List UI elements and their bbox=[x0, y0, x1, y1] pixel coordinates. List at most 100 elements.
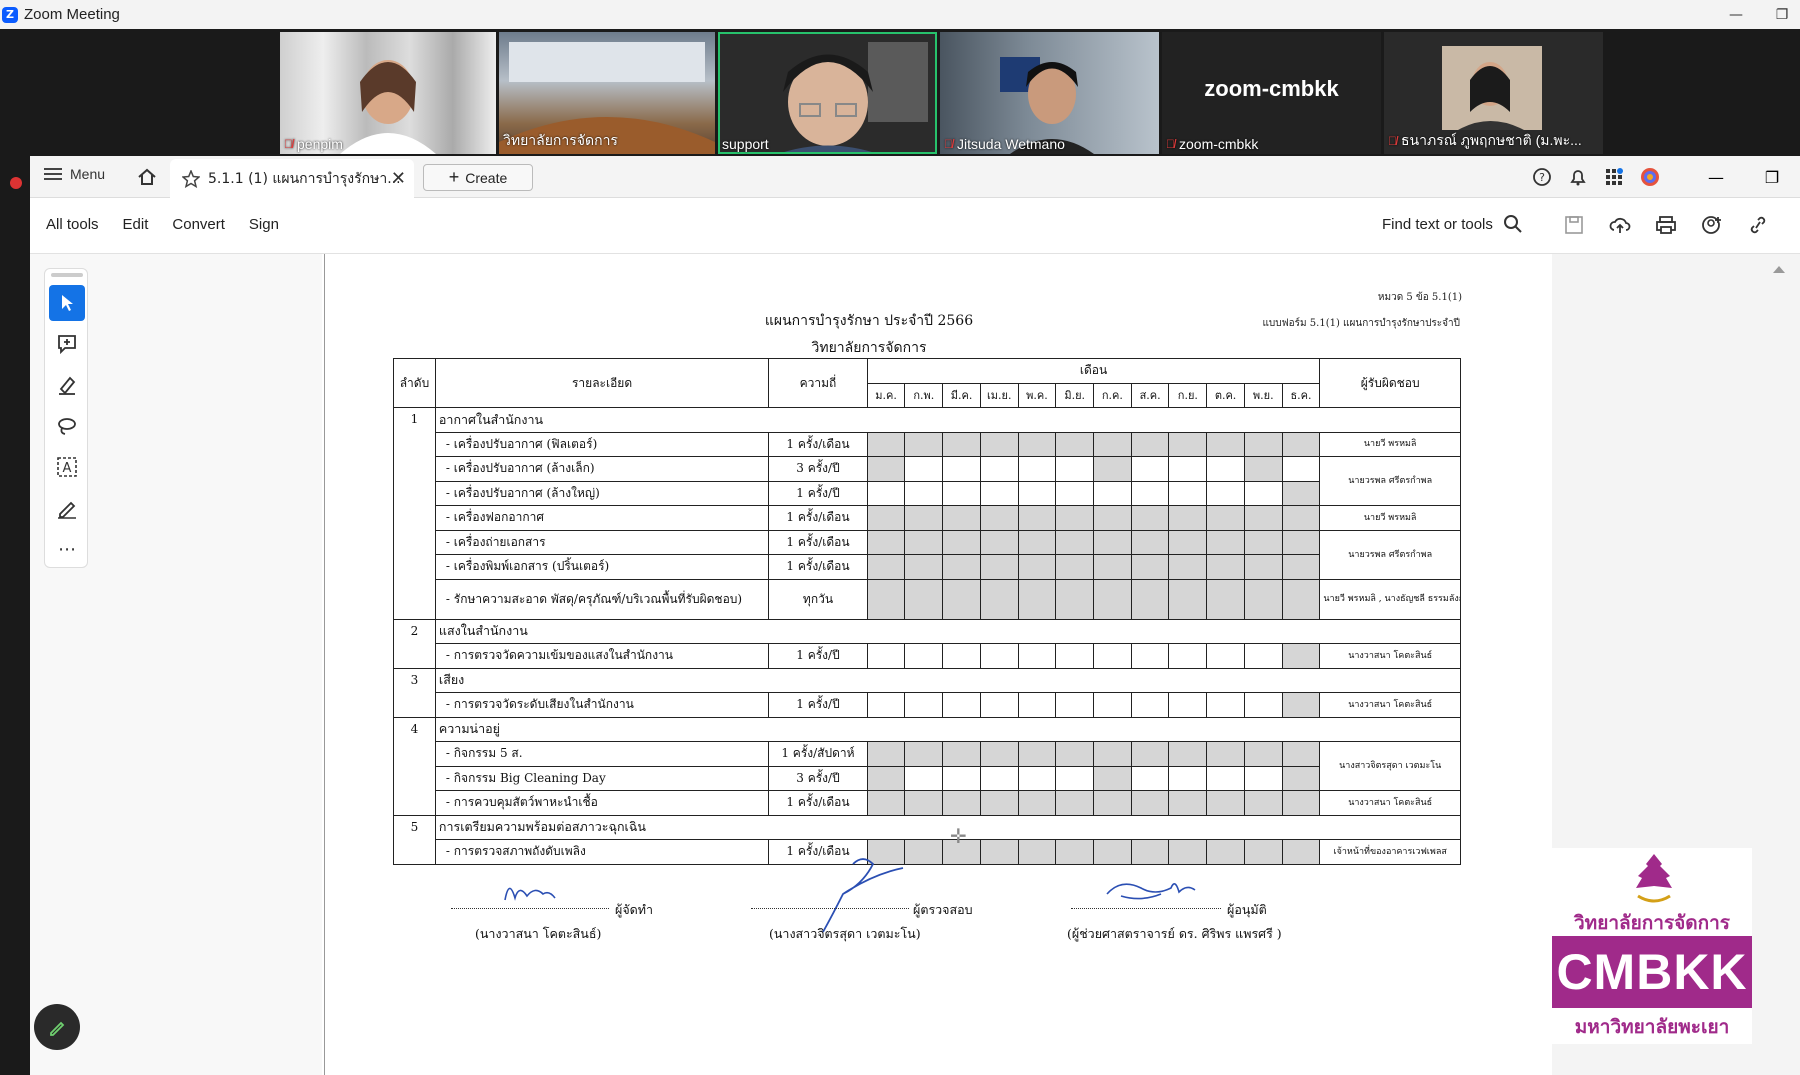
minimize-acrobat-button[interactable]: — bbox=[1698, 162, 1734, 192]
zoom-logo-icon: Z bbox=[2, 6, 18, 23]
month-cell bbox=[1206, 480, 1245, 506]
item-detail: - เครื่องปรับอากาศ (ฟิลเตอร์) bbox=[434, 431, 770, 457]
overlay-brand: CMBKK bbox=[1552, 936, 1752, 1008]
participant-tile[interactable]: 🎙̸ ธนาภรณ์ ภูพฤกษชาติ (ม.พะ... bbox=[1384, 32, 1603, 154]
save-icon[interactable] bbox=[1560, 210, 1588, 240]
month-header: ก.พ. bbox=[904, 382, 944, 408]
menu-button[interactable]: Menu bbox=[44, 166, 105, 182]
scroll-up-arrow-icon[interactable] bbox=[1773, 266, 1785, 273]
menu-sign[interactable]: Sign bbox=[249, 216, 279, 233]
table-row: - เครื่องปรับอากาศ (ฟิลเตอร์) 1 ครั้ง/เดื… bbox=[394, 431, 1461, 457]
month-cell bbox=[1206, 692, 1245, 718]
section-title: การเตรียมความพร้อมต่อสภาวะฉุกเฉิน bbox=[434, 814, 1462, 840]
item-responsible: นายวี พรหมลิ bbox=[1319, 505, 1461, 531]
item-responsible: นายวรพล ศรีตรกำพล bbox=[1319, 456, 1461, 506]
minimize-window-button[interactable]: — bbox=[1718, 0, 1754, 29]
month-cell bbox=[1055, 692, 1095, 718]
restore-window-button[interactable]: ❐ bbox=[1764, 0, 1800, 29]
table-row: - เครื่องฟอกอากาศ 1 ครั้ง/เดือน นายวี พรหม… bbox=[394, 505, 1461, 531]
participant-name-label: 🎙̸ zoom-cmbkk bbox=[1166, 136, 1259, 152]
month-cell bbox=[942, 480, 981, 506]
create-button[interactable]: + Create bbox=[423, 164, 533, 191]
screen: Z Zoom Meeting — ❐ 🎙̸ penpim วิทยาลัยการจ… bbox=[0, 0, 1800, 1075]
document-tab[interactable]: 5.1.1 (1) แผนการบำรุงรักษา... ✕ bbox=[170, 159, 414, 198]
month-cell bbox=[1093, 692, 1132, 718]
edit-floating-button[interactable] bbox=[34, 1004, 80, 1050]
drag-grip[interactable] bbox=[51, 273, 83, 277]
window-title: Zoom Meeting bbox=[24, 6, 120, 23]
month-cell bbox=[979, 480, 1019, 506]
month-cell-scheduled bbox=[904, 529, 944, 555]
highlight-tool-button[interactable] bbox=[49, 367, 85, 403]
close-tab-icon[interactable]: ✕ bbox=[391, 168, 406, 189]
upload-cloud-icon[interactable] bbox=[1606, 210, 1634, 240]
month-cell-scheduled bbox=[1017, 431, 1057, 457]
header-responsible: ผู้รับผิดชอบ bbox=[1319, 358, 1461, 408]
month-cell-scheduled bbox=[866, 505, 906, 531]
month-cell-scheduled bbox=[1130, 578, 1170, 620]
draw-tool-button[interactable] bbox=[49, 408, 85, 444]
pencil-icon bbox=[50, 1021, 65, 1036]
sign-tool-button[interactable] bbox=[49, 490, 85, 526]
signature-1-scribble bbox=[504, 887, 556, 901]
vertical-scrollbar[interactable] bbox=[1768, 254, 1790, 1075]
month-cell-scheduled bbox=[1243, 578, 1283, 620]
month-cell-scheduled bbox=[1243, 505, 1283, 531]
signature-1-name: (นางวาสนา โคตะสินธ์) bbox=[475, 926, 602, 941]
find-text-or-tools[interactable]: Find text or tools bbox=[1382, 214, 1523, 234]
signature-line-3 bbox=[1071, 908, 1221, 909]
month-cell bbox=[1017, 480, 1057, 506]
menu-convert[interactable]: Convert bbox=[172, 216, 225, 233]
signature-3-name: (ผู้ช่วยศาสตราจารย์ ดร. ศิริพร แพรศรี ) bbox=[1067, 926, 1282, 941]
ai-assistant-icon[interactable] bbox=[1632, 162, 1668, 192]
month-cell-scheduled bbox=[979, 554, 1019, 580]
item-detail: - เครื่องปรับอากาศ (ล้างใหญ่) bbox=[434, 480, 770, 506]
month-cell-scheduled bbox=[1206, 505, 1245, 531]
link-icon[interactable] bbox=[1744, 210, 1772, 240]
notifications-bell-icon[interactable] bbox=[1560, 162, 1596, 192]
table-row: - กิจกรรม Big Cleaning Day 3 ครั้ง/ปี bbox=[394, 765, 1461, 791]
month-cell bbox=[979, 456, 1019, 482]
month-cell bbox=[1168, 692, 1208, 718]
month-cell bbox=[979, 643, 1019, 669]
home-button[interactable] bbox=[134, 164, 160, 190]
participant-tile[interactable]: 🎙̸ penpim bbox=[280, 32, 496, 154]
participant-tile[interactable]: 🎙̸ Jitsuda Wetmano bbox=[940, 32, 1159, 154]
participant-name-label: 🎙̸ ธนาภรณ์ ภูพฤกษชาติ (ม.พะ... bbox=[1388, 132, 1582, 148]
item-detail: - รักษาความสะอาด พัสดุ/ครุภัณฑ์/บริเวณพื… bbox=[434, 578, 770, 620]
month-cell bbox=[1130, 456, 1170, 482]
add-comment-button[interactable] bbox=[49, 326, 85, 362]
section-number: 1 bbox=[393, 407, 436, 620]
month-cell bbox=[1206, 643, 1245, 669]
month-cell bbox=[904, 456, 944, 482]
more-tools-button[interactable]: ⋯ bbox=[49, 531, 85, 567]
participant-tile-video-off[interactable]: zoom-cmbkk 🎙̸ zoom-cmbkk bbox=[1162, 32, 1381, 154]
month-cell-scheduled bbox=[1130, 839, 1170, 865]
text-box-tool-button[interactable]: A bbox=[49, 449, 85, 485]
participant-tile[interactable]: วิทยาลัยการจัดการ bbox=[499, 32, 715, 154]
apps-grid-icon[interactable] bbox=[1596, 162, 1632, 192]
share-user-icon[interactable] bbox=[1698, 210, 1726, 240]
section-number: 2 bbox=[393, 618, 436, 669]
mic-muted-icon: 🎙̸ bbox=[1388, 134, 1397, 148]
acrobat-window: Menu 5.1.1 (1) แผนการบำรุงรักษา... ✕ + C… bbox=[30, 156, 1800, 1075]
menu-edit[interactable]: Edit bbox=[123, 216, 149, 233]
month-cell-scheduled bbox=[1055, 505, 1095, 531]
menu-all-tools[interactable]: All tools bbox=[46, 216, 99, 233]
section-number: 3 bbox=[393, 667, 436, 718]
item-responsible: นายวี พรหมลิ , นางธัญชลี ธรรมลังกา bbox=[1319, 578, 1461, 620]
select-tool-button[interactable] bbox=[49, 285, 85, 321]
month-cell-scheduled bbox=[1206, 790, 1245, 816]
print-icon[interactable] bbox=[1652, 210, 1680, 240]
restore-acrobat-button[interactable]: ❐ bbox=[1754, 162, 1790, 192]
month-cell-scheduled bbox=[1243, 554, 1283, 580]
month-header: มี.ค. bbox=[942, 382, 981, 408]
month-cell-scheduled bbox=[1093, 456, 1132, 482]
participant-tile-active-speaker[interactable]: support bbox=[718, 32, 937, 154]
month-header: ก.ย. bbox=[1168, 382, 1208, 408]
month-cell-scheduled bbox=[1093, 790, 1132, 816]
month-cell bbox=[1017, 765, 1057, 791]
help-icon[interactable]: ? bbox=[1524, 162, 1560, 192]
star-icon[interactable] bbox=[182, 169, 200, 188]
section-row: 5 การเตรียมความพร้อมต่อสภาวะฉุกเฉิน bbox=[393, 814, 1462, 865]
